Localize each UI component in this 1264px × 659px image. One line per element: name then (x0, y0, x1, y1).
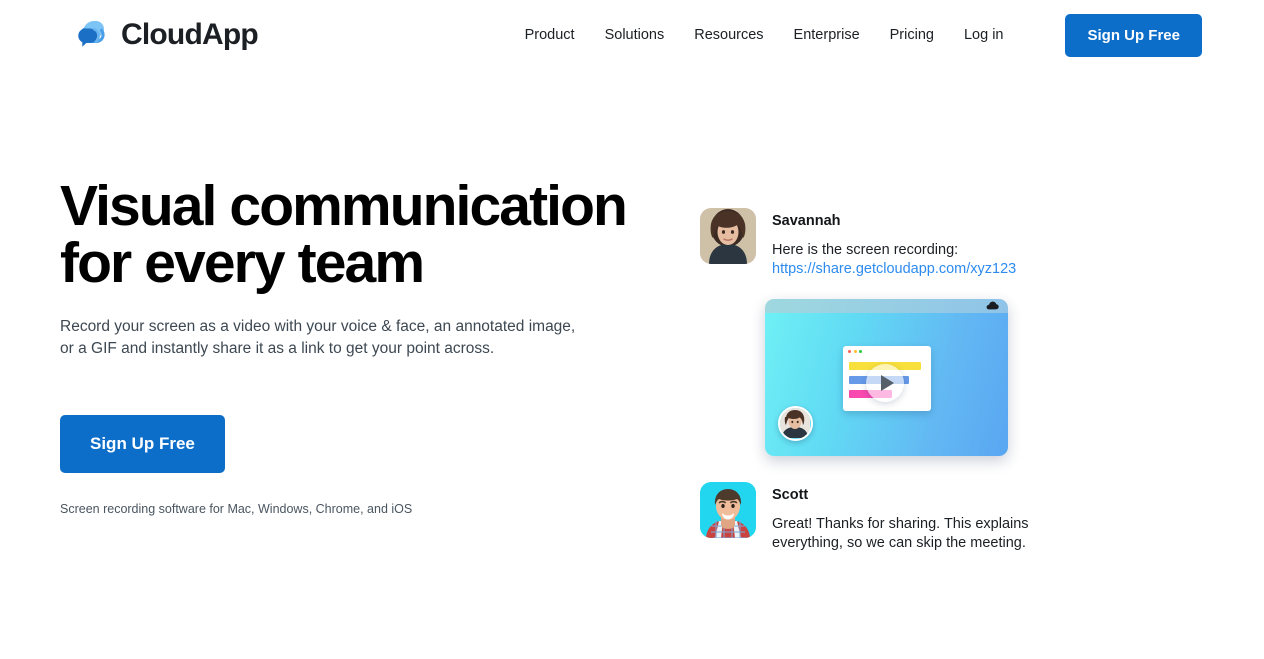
nav-item-product[interactable]: Product (525, 27, 575, 43)
header-signup-button[interactable]: Sign Up Free (1065, 13, 1202, 57)
message-sender-name: Scott (772, 487, 809, 503)
avatar-scott (700, 482, 756, 538)
video-card-titlebar (765, 299, 1008, 313)
avatar-savannah (700, 208, 756, 264)
window-traffic-lights (843, 346, 931, 353)
traffic-light-red-icon (848, 350, 851, 353)
primary-nav: Product Solutions Resources Enterprise P… (525, 13, 1202, 57)
cloud-icon (986, 301, 999, 310)
message-text: Great! Thanks for sharing. This explains… (772, 516, 1029, 551)
chat-illustration: Savannah Here is the screen recording: h… (700, 178, 1037, 553)
nav-item-enterprise[interactable]: Enterprise (794, 27, 860, 43)
play-triangle-icon (880, 375, 894, 391)
message-sender-name: Savannah (772, 213, 841, 229)
video-preview-card[interactable] (765, 299, 1008, 456)
logo-text: CloudApp (121, 18, 259, 51)
chat-message-savannah: Savannah Here is the screen recording: h… (700, 208, 1037, 279)
traffic-light-green-icon (859, 350, 862, 353)
cloud-speech-bubble-logo-icon (78, 21, 105, 47)
scott-avatar-image (700, 482, 756, 538)
share-link[interactable]: https://share.getcloudapp.com/xyz123 (772, 260, 1016, 279)
hero-section: Visual communication for every team Reco… (0, 70, 1264, 553)
video-card-screen (765, 313, 1008, 456)
savannah-avatar-image (700, 208, 756, 264)
play-button-icon[interactable] (866, 364, 904, 402)
message-body-savannah: Savannah Here is the screen recording: h… (772, 208, 1016, 279)
nav-item-resources[interactable]: Resources (694, 27, 763, 43)
webcam-avatar-image (780, 408, 810, 438)
hero-subheadline: Record your screen as a video with your … (60, 318, 576, 357)
page-title: Visual communication for every team (60, 174, 628, 295)
site-header: CloudApp Product Solutions Resources Ent… (0, 0, 1264, 70)
hero-platform-note: Screen recording software for Mac, Windo… (60, 502, 413, 516)
logo[interactable]: CloudApp (72, 15, 259, 55)
nav-item-pricing[interactable]: Pricing (890, 27, 934, 43)
chat-message-scott: Scott Great! Thanks for sharing. This ex… (700, 482, 1037, 553)
message-text: Here is the screen recording: (772, 242, 959, 258)
hero-copy: Visual communication for every team Reco… (0, 178, 700, 553)
nav-item-login[interactable]: Log in (964, 27, 1004, 43)
nav-item-solutions[interactable]: Solutions (605, 27, 665, 43)
hero-signup-button[interactable]: Sign Up Free (60, 415, 225, 473)
traffic-light-yellow-icon (853, 350, 857, 353)
webcam-bubble (778, 406, 813, 441)
message-body-scott: Scott Great! Thanks for sharing. This ex… (772, 482, 1037, 553)
